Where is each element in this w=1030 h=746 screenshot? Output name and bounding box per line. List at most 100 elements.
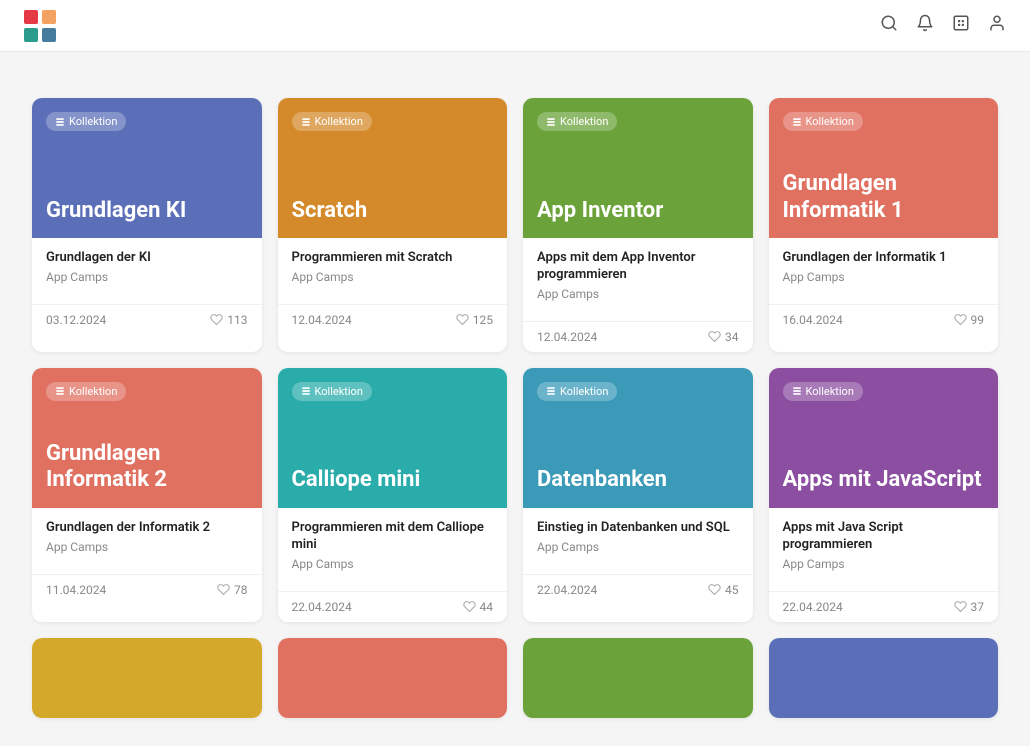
card-body-3: Grundlagen der Informatik 1 App Camps (769, 238, 999, 304)
card-footer-3: 16.04.2024 99 (769, 304, 999, 335)
bottom-card-1[interactable] (278, 638, 508, 718)
card-likes-4: 78 (217, 583, 248, 597)
card-badge-3: Kollektion (783, 112, 863, 131)
card-likes-0: 113 (210, 313, 247, 327)
card-title-2: App Inventor (537, 198, 739, 224)
bottom-grid (32, 638, 998, 718)
card-badge-4: Kollektion (46, 382, 126, 401)
card-body-6: Einstieg in Datenbanken und SQL App Camp… (523, 508, 753, 574)
card-title-1: Scratch (292, 198, 494, 224)
card-name-6: Einstieg in Datenbanken und SQL (537, 520, 739, 537)
heart-icon (708, 330, 721, 343)
card-7[interactable]: Kollektion Apps mit JavaScript Apps mit … (769, 368, 999, 622)
card-image-6: Kollektion Datenbanken (523, 368, 753, 508)
card-date-1: 12.04.2024 (292, 313, 352, 327)
bottom-card-image-1 (278, 638, 508, 718)
card-likes-7: 37 (954, 600, 985, 614)
building-icon[interactable] (952, 14, 970, 37)
card-4[interactable]: Kollektion Grundlagen Informatik 2 Grund… (32, 368, 262, 622)
card-date-7: 22.04.2024 (783, 600, 843, 614)
heart-icon (463, 600, 476, 613)
card-likes-6: 45 (708, 583, 739, 597)
card-title-4: Grundlagen Informatik 2 (46, 441, 248, 494)
card-6[interactable]: Kollektion Datenbanken Einstieg in Daten… (523, 368, 753, 622)
card-image-3: Kollektion Grundlagen Informatik 1 (769, 98, 999, 238)
bottom-card-image-3 (769, 638, 999, 718)
logo-icon (24, 10, 56, 42)
card-body-5: Programmieren mit dem Calliope mini App … (278, 508, 508, 591)
card-footer-2: 12.04.2024 34 (523, 321, 753, 352)
card-date-5: 22.04.2024 (292, 600, 352, 614)
heart-icon (708, 583, 721, 596)
collection-icon (546, 386, 556, 396)
card-title-7: Apps mit JavaScript (783, 467, 985, 493)
card-name-7: Apps mit Java Script programmieren (783, 520, 985, 554)
card-likes-3: 99 (954, 313, 985, 327)
card-footer-5: 22.04.2024 44 (278, 591, 508, 622)
card-2[interactable]: Kollektion App Inventor Apps mit dem App… (523, 98, 753, 352)
card-org-4: App Camps (46, 540, 248, 554)
card-image-2: Kollektion App Inventor (523, 98, 753, 238)
card-date-0: 03.12.2024 (46, 313, 106, 327)
card-image-7: Kollektion Apps mit JavaScript (769, 368, 999, 508)
card-badge-6: Kollektion (537, 382, 617, 401)
user-icon[interactable] (988, 14, 1006, 37)
bottom-card-2[interactable] (523, 638, 753, 718)
heart-icon (217, 583, 230, 596)
card-footer-4: 11.04.2024 78 (32, 574, 262, 605)
card-3[interactable]: Kollektion Grundlagen Informatik 1 Grund… (769, 98, 999, 352)
card-org-2: App Camps (537, 287, 739, 301)
card-likes-2: 34 (708, 330, 739, 344)
header (0, 0, 1030, 52)
heart-icon (456, 313, 469, 326)
card-title-3: Grundlagen Informatik 1 (783, 171, 985, 224)
card-date-4: 11.04.2024 (46, 583, 106, 597)
card-date-6: 22.04.2024 (537, 583, 597, 597)
card-org-3: App Camps (783, 270, 985, 284)
card-badge-7: Kollektion (783, 382, 863, 401)
card-footer-7: 22.04.2024 37 (769, 591, 999, 622)
collection-icon (546, 117, 556, 127)
card-footer-0: 03.12.2024 113 (32, 304, 262, 335)
card-name-2: Apps mit dem App Inventor programmieren (537, 250, 739, 284)
card-body-1: Programmieren mit Scratch App Camps (278, 238, 508, 304)
logo[interactable] (24, 10, 62, 42)
card-5[interactable]: Kollektion Calliope mini Programmieren m… (278, 368, 508, 622)
collection-icon (301, 386, 311, 396)
card-image-4: Kollektion Grundlagen Informatik 2 (32, 368, 262, 508)
card-0[interactable]: Kollektion Grundlagen KI Grundlagen der … (32, 98, 262, 352)
main-content: Kollektion Grundlagen KI Grundlagen der … (0, 52, 1030, 746)
header-icons (880, 14, 1006, 37)
card-title-5: Calliope mini (292, 467, 494, 493)
cards-grid: Kollektion Grundlagen KI Grundlagen der … (32, 98, 998, 622)
card-name-3: Grundlagen der Informatik 1 (783, 250, 985, 267)
card-name-4: Grundlagen der Informatik 2 (46, 520, 248, 537)
card-body-0: Grundlagen der KI App Camps (32, 238, 262, 304)
card-1[interactable]: Kollektion Scratch Programmieren mit Scr… (278, 98, 508, 352)
search-icon[interactable] (880, 14, 898, 37)
card-org-0: App Camps (46, 270, 248, 284)
card-org-6: App Camps (537, 540, 739, 554)
card-body-7: Apps mit Java Script programmieren App C… (769, 508, 999, 591)
bottom-card-image-2 (523, 638, 753, 718)
card-name-0: Grundlagen der KI (46, 250, 248, 267)
collection-icon (792, 117, 802, 127)
bottom-card-3[interactable] (769, 638, 999, 718)
card-likes-5: 44 (463, 600, 494, 614)
card-image-1: Kollektion Scratch (278, 98, 508, 238)
card-badge-2: Kollektion (537, 112, 617, 131)
card-org-1: App Camps (292, 270, 494, 284)
bottom-card-0[interactable] (32, 638, 262, 718)
card-body-2: Apps mit dem App Inventor programmieren … (523, 238, 753, 321)
bell-icon[interactable] (916, 14, 934, 37)
card-likes-1: 125 (456, 313, 493, 327)
card-footer-1: 12.04.2024 125 (278, 304, 508, 335)
card-date-2: 12.04.2024 (537, 330, 597, 344)
card-footer-6: 22.04.2024 45 (523, 574, 753, 605)
card-badge-0: Kollektion (46, 112, 126, 131)
card-image-0: Kollektion Grundlagen KI (32, 98, 262, 238)
bottom-card-image-0 (32, 638, 262, 718)
card-title-6: Datenbanken (537, 467, 739, 493)
card-badge-5: Kollektion (292, 382, 372, 401)
card-name-5: Programmieren mit dem Calliope mini (292, 520, 494, 554)
